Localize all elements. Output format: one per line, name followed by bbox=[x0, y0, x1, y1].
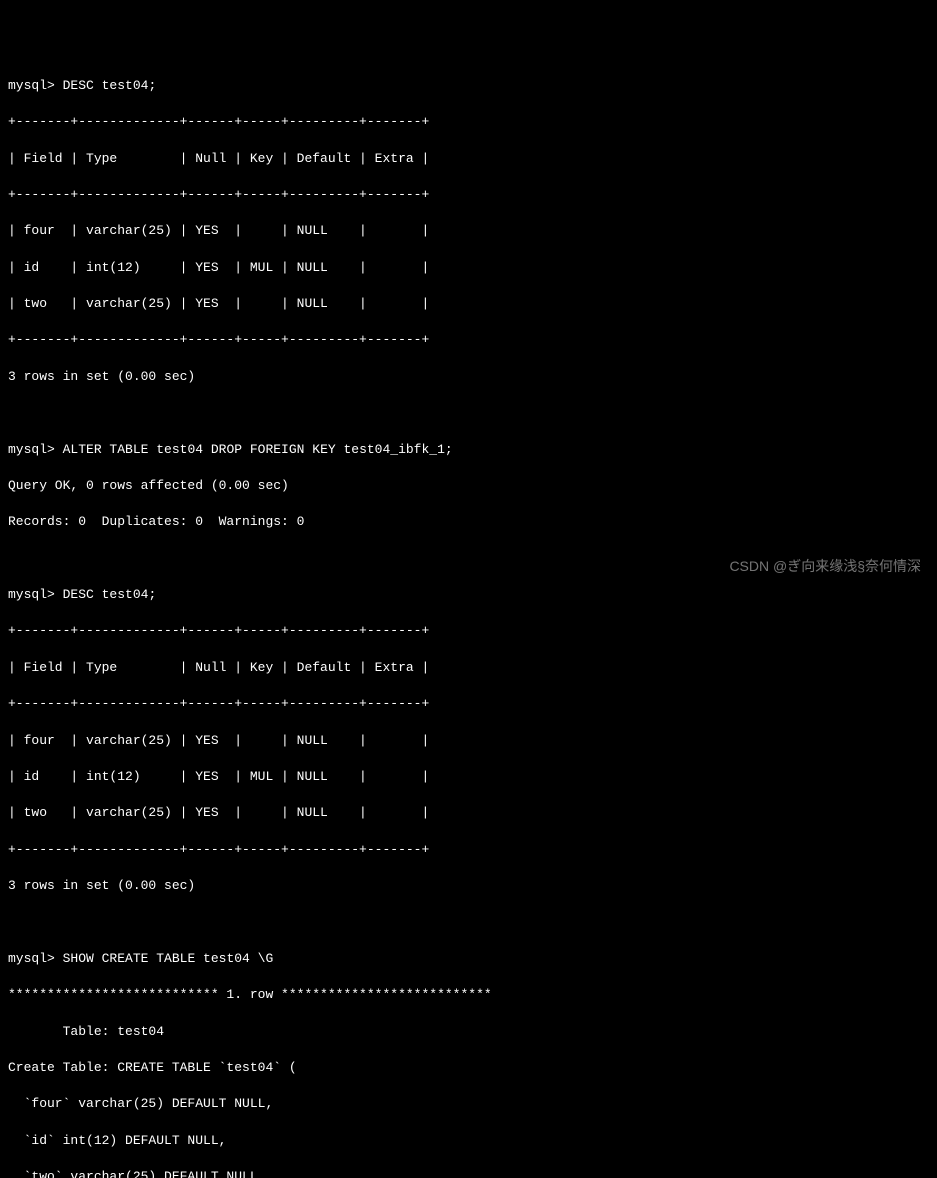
cmd-line-1: mysql> DESC test04; bbox=[8, 77, 929, 95]
create-table-col: `id` int(12) DEFAULT NULL, bbox=[8, 1132, 929, 1150]
create-table-label: Create Table: CREATE TABLE `test04` ( bbox=[8, 1059, 929, 1077]
table-row: | two | varchar(25) | YES | | NULL | | bbox=[8, 804, 929, 822]
table-row: | two | varchar(25) | YES | | NULL | | bbox=[8, 295, 929, 313]
table-row: | id | int(12) | YES | MUL | NULL | | bbox=[8, 768, 929, 786]
table-border-mid: +-------+-------------+------+-----+----… bbox=[8, 186, 929, 204]
table-border-bottom: +-------+-------------+------+-----+----… bbox=[8, 331, 929, 349]
create-table-col: `two` varchar(25) DEFAULT NULL, bbox=[8, 1168, 929, 1178]
watermark: CSDN @ぎ向来缘浅§奈何情深 bbox=[729, 557, 921, 577]
command: SHOW CREATE TABLE test04 \G bbox=[63, 951, 274, 966]
prompt: mysql> bbox=[8, 587, 55, 602]
blank-line bbox=[8, 913, 929, 931]
rows-summary: 3 rows in set (0.00 sec) bbox=[8, 368, 929, 386]
records-line: Records: 0 Duplicates: 0 Warnings: 0 bbox=[8, 513, 929, 531]
blank-line bbox=[8, 404, 929, 422]
command: DESC test04; bbox=[63, 78, 157, 93]
table-header: | Field | Type | Null | Key | Default | … bbox=[8, 659, 929, 677]
table-name-line: Table: test04 bbox=[8, 1023, 929, 1041]
table-row: | id | int(12) | YES | MUL | NULL | | bbox=[8, 259, 929, 277]
rows-summary: 3 rows in set (0.00 sec) bbox=[8, 877, 929, 895]
cmd-line-4: mysql> SHOW CREATE TABLE test04 \G bbox=[8, 950, 929, 968]
create-table-col: `four` varchar(25) DEFAULT NULL, bbox=[8, 1095, 929, 1113]
prompt: mysql> bbox=[8, 78, 55, 93]
command: ALTER TABLE test04 DROP FOREIGN KEY test… bbox=[63, 442, 453, 457]
row-separator: *************************** 1. row *****… bbox=[8, 986, 929, 1004]
table-header: | Field | Type | Null | Key | Default | … bbox=[8, 150, 929, 168]
command: DESC test04; bbox=[63, 587, 157, 602]
prompt: mysql> bbox=[8, 951, 55, 966]
table-row: | four | varchar(25) | YES | | NULL | | bbox=[8, 732, 929, 750]
table-border-mid: +-------+-------------+------+-----+----… bbox=[8, 695, 929, 713]
query-ok: Query OK, 0 rows affected (0.00 sec) bbox=[8, 477, 929, 495]
table-row: | four | varchar(25) | YES | | NULL | | bbox=[8, 222, 929, 240]
table-border-bottom: +-------+-------------+------+-----+----… bbox=[8, 841, 929, 859]
cmd-line-2: mysql> ALTER TABLE test04 DROP FOREIGN K… bbox=[8, 441, 929, 459]
prompt: mysql> bbox=[8, 442, 55, 457]
table-border-top: +-------+-------------+------+-----+----… bbox=[8, 622, 929, 640]
table-border-top: +-------+-------------+------+-----+----… bbox=[8, 113, 929, 131]
